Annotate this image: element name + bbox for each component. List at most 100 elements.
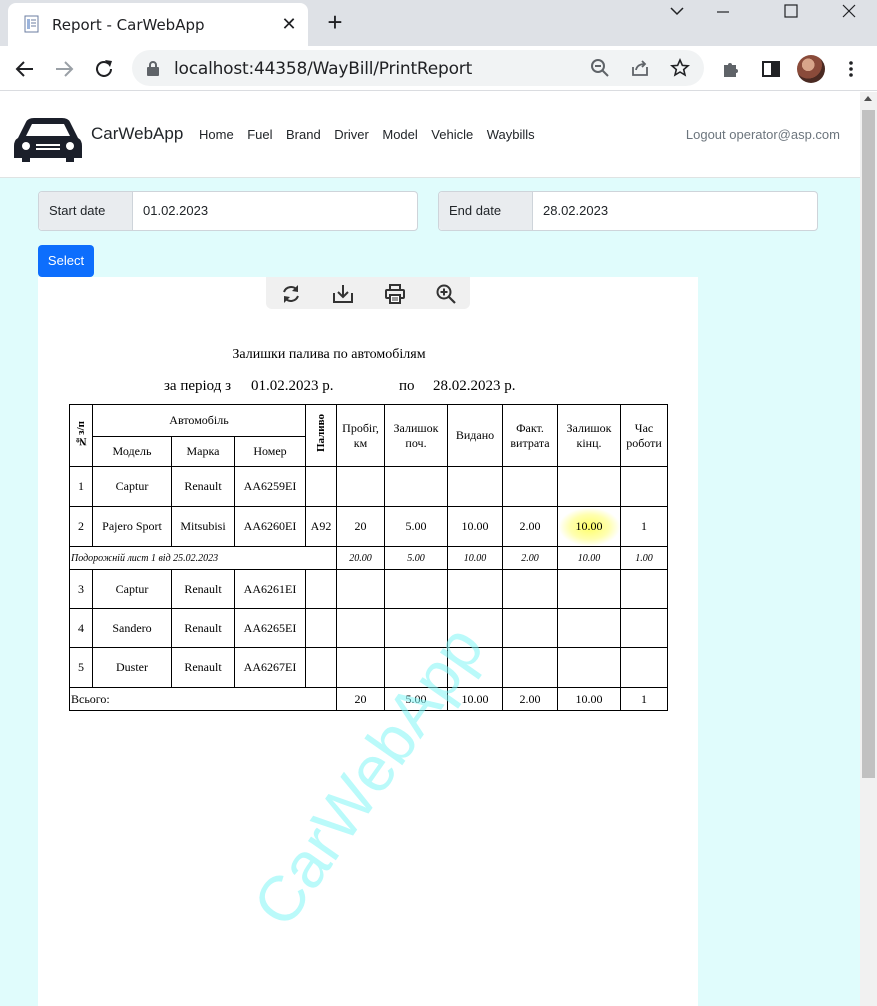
cell-start xyxy=(384,569,448,609)
scroll-up-arrow-icon[interactable] xyxy=(864,96,872,101)
cell-fuel xyxy=(305,647,337,688)
car-logo-icon[interactable] xyxy=(12,108,84,164)
header-num: №з/п xyxy=(69,404,93,467)
brand-name[interactable]: CarWebApp xyxy=(91,124,183,144)
logout-link[interactable]: Logout operator@asp.com xyxy=(686,127,840,142)
browser-titlebar: Report - CarWebApp ✕ + xyxy=(0,0,877,46)
browser-toolbar: localhost:44358/WayBill/PrintReport xyxy=(0,46,877,91)
back-icon[interactable] xyxy=(12,56,38,82)
cell-hours: 1.00 xyxy=(620,546,668,570)
cell-num: 3 xyxy=(69,569,93,609)
zoom-out-icon[interactable] xyxy=(590,58,610,78)
side-panel-icon[interactable] xyxy=(760,58,782,80)
waybill-subrow: Подорожній лист 1 від 25.02.2023 20.00 5… xyxy=(69,546,668,570)
nav-links: Home Fuel Brand Driver Model Vehicle Way… xyxy=(199,127,548,142)
cell-plate: AA6261EI xyxy=(234,569,306,609)
scroll-thumb[interactable] xyxy=(862,110,875,778)
cell-fuel xyxy=(305,608,337,648)
report-title: Залишки палива по автомобілям xyxy=(232,347,426,362)
page-scrollbar[interactable] xyxy=(860,92,877,1006)
cell-end: 10.00 xyxy=(557,546,621,570)
cell-model: Duster xyxy=(92,647,172,688)
download-icon[interactable] xyxy=(332,283,354,305)
cell-brand: Renault xyxy=(171,608,235,648)
start-date-input[interactable]: 01.02.2023 xyxy=(133,192,417,230)
maximize-icon[interactable] xyxy=(768,0,814,24)
cell-mileage xyxy=(336,647,385,688)
cell-mileage xyxy=(336,466,385,507)
cell-fuel xyxy=(305,466,337,507)
cell-fuel: A92 xyxy=(305,506,337,547)
reload-icon[interactable] xyxy=(91,56,117,82)
close-window-icon[interactable] xyxy=(826,0,872,24)
menu-kebab-icon[interactable] xyxy=(840,58,862,80)
report-toolbar xyxy=(266,277,470,309)
extensions-puzzle-icon[interactable] xyxy=(720,58,742,80)
print-icon[interactable] xyxy=(384,283,406,305)
header-mileage: Пробіг, км xyxy=(336,404,385,467)
nav-home[interactable]: Home xyxy=(199,127,234,142)
waybill-label[interactable]: Подорожній лист 1 від 25.02.2023 xyxy=(69,546,337,570)
nav-fuel[interactable]: Fuel xyxy=(247,127,272,142)
end-date-input[interactable]: 28.02.2023 xyxy=(533,192,817,230)
totals-row: Всього: 20 5.00 10.00 2.00 10.00 1 xyxy=(69,687,668,711)
header-vehicle: Автомобіль xyxy=(92,404,306,437)
address-bar[interactable]: localhost:44358/WayBill/PrintReport xyxy=(132,50,704,86)
start-date-label: Start date xyxy=(39,192,133,230)
new-tab-icon[interactable]: + xyxy=(322,9,348,35)
table-row: 4 Sandero Renault AA6265EI xyxy=(69,608,668,648)
header-hours: Час роботи xyxy=(620,404,668,467)
header-plate: Номер xyxy=(234,436,306,467)
browser-tab[interactable]: Report - CarWebApp ✕ xyxy=(8,3,308,46)
nav-brand[interactable]: Brand xyxy=(286,127,321,142)
zoom-in-icon[interactable] xyxy=(435,283,457,305)
cell-num: 5 xyxy=(69,647,93,688)
cell-mileage: 20.00 xyxy=(336,546,385,570)
cell-num: 4 xyxy=(69,608,93,648)
bookmark-star-icon[interactable] xyxy=(670,58,690,78)
total-hours: 1 xyxy=(620,687,668,711)
end-date-label: End date xyxy=(439,192,533,230)
cell-mileage xyxy=(336,608,385,648)
period-mid: по xyxy=(399,378,415,394)
period-to: 28.02.2023 р. xyxy=(433,378,516,394)
forward-icon[interactable] xyxy=(51,56,77,82)
cell-actual xyxy=(502,608,558,648)
url-text[interactable]: localhost:44358/WayBill/PrintReport xyxy=(174,59,472,79)
page-viewport: CarWebApp Home Fuel Brand Driver Model V… xyxy=(0,92,860,1006)
cell-actual: 2.00 xyxy=(502,506,558,547)
cell-brand: Renault xyxy=(171,466,235,507)
cell-model: Sandero xyxy=(92,608,172,648)
cell-issued xyxy=(447,466,503,507)
cell-issued xyxy=(447,569,503,609)
nav-vehicle[interactable]: Vehicle xyxy=(431,127,473,142)
report-viewer: Залишки палива по автомобілям за період … xyxy=(38,277,698,1006)
refresh-icon[interactable] xyxy=(280,283,302,305)
cell-actual xyxy=(502,466,558,507)
header-start-balance: Залишок поч. xyxy=(384,404,448,467)
cell-end xyxy=(557,466,621,507)
cell-actual xyxy=(502,569,558,609)
cell-hours xyxy=(620,466,668,507)
cell-model: Pajero Sport xyxy=(92,506,172,547)
tab-close-icon[interactable]: ✕ xyxy=(279,14,299,34)
select-button[interactable]: Select xyxy=(38,245,94,277)
table-row: 2 Pajero Sport Mitsubisi AA6260EI A92 20… xyxy=(69,506,668,547)
nav-model[interactable]: Model xyxy=(382,127,417,142)
nav-driver[interactable]: Driver xyxy=(334,127,369,142)
nav-waybills[interactable]: Waybills xyxy=(487,127,535,142)
header-fuel: Паливо xyxy=(305,404,337,467)
share-icon[interactable] xyxy=(630,58,650,78)
profile-avatar[interactable] xyxy=(797,55,825,83)
lock-icon[interactable] xyxy=(146,60,160,76)
minimize-icon[interactable] xyxy=(700,0,746,24)
table-row: 5 Duster Renault AA6267EI xyxy=(69,647,668,688)
cell-num: 2 xyxy=(69,506,93,547)
cell-model: Captur xyxy=(92,569,172,609)
totals-label: Всього: xyxy=(69,687,337,711)
tab-search-chevron-icon[interactable] xyxy=(654,0,700,24)
cell-end-highlighted[interactable]: 10.00 xyxy=(557,506,621,547)
start-date-group: Start date 01.02.2023 xyxy=(38,191,418,231)
cell-issued: 10.00 xyxy=(447,506,503,547)
cell-fuel xyxy=(305,569,337,609)
